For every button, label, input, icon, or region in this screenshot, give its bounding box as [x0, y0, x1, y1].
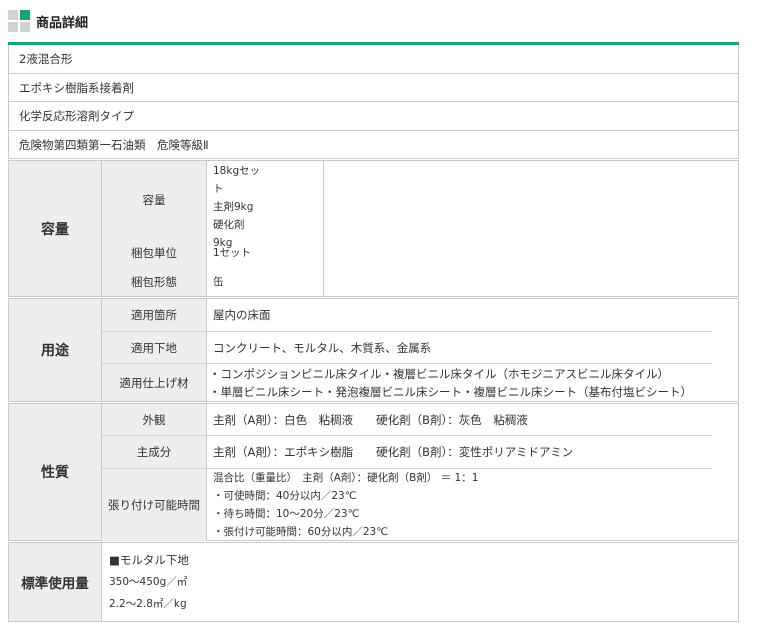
category-standard: 標準使用量 [9, 543, 102, 621]
row-value: ・コンポジションビニル床タイル・複層ビニル床タイル（ホモジニアスビニル床タイル）… [209, 364, 712, 401]
capacity-section: 容量 容量 18kgセット 主剤9kg 硬化剤 9kg 梱包単位 1セット 梱包… [8, 160, 739, 297]
substrate-value: コンクリート、モルタル、木質系、金属系 [213, 340, 432, 355]
capacity-value-column [265, 161, 324, 296]
spec-row-finish: 適用仕上げ材 ・コンポジションビニル床タイル・複層ビニル床タイル（ホモジニアスビ… [102, 364, 712, 401]
volume-line: 18kgセット [213, 165, 261, 195]
row-label: 外観 [102, 404, 207, 435]
row-label: 梱包形態 [102, 267, 207, 296]
properties-section: 性質 外観 主剤（A剤）：白色 粘稠液 硬化剤（B剤）：灰色 粘稠液 主成分 主… [8, 403, 739, 541]
row-label: 適用下地 [102, 332, 207, 363]
category-properties: 性質 [9, 404, 102, 540]
row-label: 容量 [102, 161, 207, 239]
time-line: ・可使時間：40分以内／23℃ [213, 490, 357, 502]
standard-line: 350～450g／㎡ [109, 576, 188, 588]
spec-row-appearance: 外観 主剤（A剤）：白色 粘稠液 硬化剤（B剤）：灰色 粘稠液 [102, 404, 712, 436]
standard-line: 2.2～2.8㎡／kg [109, 598, 187, 610]
time-line: ・張付け可能時間：60分以内／23℃ [213, 526, 389, 538]
row-value: コンクリート、モルタル、木質系、金属系 [213, 332, 712, 363]
section-header: 商品詳細 [8, 8, 88, 34]
category-capacity: 容量 [9, 161, 102, 296]
row-label: 梱包単位 [102, 239, 207, 267]
usage-section: 用途 適用箇所 屋内の床面 適用下地 コンクリート、モルタル、木質系、金属系 適… [8, 298, 739, 402]
row-value: ■モルタル下地 350～450g／㎡ 2.2～2.8㎡／kg [109, 549, 709, 619]
spec-row-standard: ■モルタル下地 350～450g／㎡ 2.2～2.8㎡／kg [109, 549, 709, 619]
finish-line: ・単層ビニル床シート・発泡複層ビニル床シート・複層ビニル床シート（基布付塩ビシー… [209, 384, 692, 399]
feature-item: 化学反応形溶剤タイプ [8, 102, 739, 131]
feature-item: エポキシ樹脂系接着剤 [8, 73, 739, 102]
row-value: 18kgセット 主剤9kg 硬化剤 9kg [213, 161, 266, 249]
spec-row-place: 適用箇所 屋内の床面 [102, 299, 712, 332]
finish-line: ・コンポジションビニル床タイル・複層ビニル床タイル（ホモジニアスビニル床タイル） [209, 366, 669, 381]
row-value: 1セット [213, 239, 266, 267]
row-value: 主剤（A剤）：白色 粘稠液 硬化剤（B剤）：灰色 粘稠液 [213, 404, 712, 435]
squares-icon [8, 10, 30, 32]
standard-section: 標準使用量 ■モルタル下地 350～450g／㎡ 2.2～2.8㎡／kg [8, 542, 739, 622]
spec-row-time: 張り付け可能時間 混合比（重量比） 主剤（A剤）：硬化剤（B剤） ＝ 1：1 ・… [102, 469, 712, 541]
spec-row-substrate: 適用下地 コンクリート、モルタル、木質系、金属系 [102, 332, 712, 364]
feature-item: 危険物第四類第一石油類 危険等級Ⅱ [8, 130, 739, 159]
row-label: 適用箇所 [102, 299, 207, 331]
volume-line: 主剤9kg [213, 201, 254, 213]
component-value: 主剤（A剤）：エポキシ樹脂 硬化剤（B剤）：変性ポリアミドアミン [213, 445, 574, 459]
standard-line: ■モルタル下地 [109, 553, 189, 567]
row-label: 適用仕上げ材 [102, 364, 207, 401]
appearance-value: 主剤（A剤）：白色 粘稠液 硬化剤（B剤）：灰色 粘稠液 [213, 412, 528, 427]
row-label: 主成分 [102, 436, 207, 468]
time-line: ・待ち時間：10～20分／23℃ [213, 508, 360, 520]
row-value: 缶 [213, 267, 266, 296]
feature-list: 2液混合形 エポキシ樹脂系接着剤 化学反応形溶剤タイプ 危険物第四類第一石油類 … [8, 45, 739, 159]
time-line: 混合比（重量比） 主剤（A剤）：硬化剤（B剤） ＝ 1：1 [213, 472, 479, 484]
row-value: 主剤（A剤）：エポキシ樹脂 硬化剤（B剤）：変性ポリアミドアミン [213, 436, 712, 468]
place-value: 屋内の床面 [213, 308, 271, 322]
spec-row-component: 主成分 主剤（A剤）：エポキシ樹脂 硬化剤（B剤）：変性ポリアミドアミン [102, 436, 712, 469]
section-title: 商品詳細 [36, 15, 89, 31]
row-value: 混合比（重量比） 主剤（A剤）：硬化剤（B剤） ＝ 1：1 ・可使時間：40分以… [213, 469, 712, 541]
volume-line: 硬化剤 [213, 219, 245, 231]
feature-item: 2液混合形 [8, 45, 739, 74]
form-value: 缶 [213, 275, 224, 288]
category-usage: 用途 [9, 299, 102, 401]
spec-row-unit: 梱包単位 1セット [102, 239, 266, 267]
row-value: 屋内の床面 [213, 299, 712, 331]
unit-value: 1セット [213, 247, 252, 259]
spec-row-form: 梱包形態 缶 [102, 267, 266, 296]
spec-row-volume: 容量 18kgセット 主剤9kg 硬化剤 9kg [102, 161, 266, 249]
row-label: 張り付け可能時間 [102, 469, 207, 541]
